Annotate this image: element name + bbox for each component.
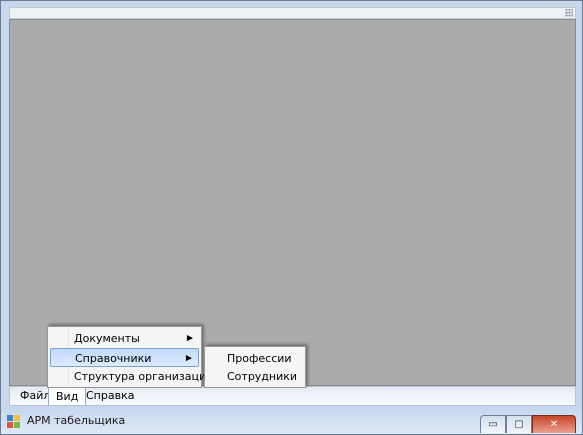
submenu-arrow-icon: ▶ <box>186 334 193 343</box>
window-title-text: АРМ табельщика <box>27 414 126 427</box>
menu-item-documents[interactable]: Документы ▶ <box>50 330 199 347</box>
close-button[interactable]: ✕ <box>532 415 576 433</box>
app-window: АРМ табельщика ▭ ▢ ✕ Файл Вид Справка Ст… <box>0 0 583 435</box>
references-submenu: Сотрудники Профессии <box>204 346 306 388</box>
title-bar[interactable]: АРМ табельщика ▭ ▢ ✕ <box>1 406 582 434</box>
view-dropdown-menu: Структура организации Справочники ▶ Докум… <box>47 326 213 388</box>
close-icon: ✕ <box>549 419 559 430</box>
menu-bar: Файл Вид Справка <box>9 386 576 406</box>
window-title: АРМ табельщика <box>27 414 125 427</box>
menu-item-documents-label: Документы <box>74 332 140 345</box>
minimize-button[interactable]: ▭ <box>480 415 506 433</box>
maximize-button[interactable]: ▢ <box>506 415 532 433</box>
submenu-item-employees-label: Сотрудники <box>227 370 298 383</box>
menu-view-label: Вид <box>56 390 79 403</box>
submenu-item-professions[interactable]: Профессии <box>207 350 303 367</box>
menu-item-references[interactable]: Справочники ▶ <box>50 348 199 367</box>
window-controls: ▭ ▢ ✕ <box>480 414 576 433</box>
maximize-icon: ▢ <box>514 419 524 430</box>
flipped-screen: АРМ табельщика ▭ ▢ ✕ Файл Вид Справка Ст… <box>0 0 583 435</box>
menu-item-org-structure[interactable]: Структура организации <box>50 368 213 385</box>
minimize-icon: ▭ <box>488 419 498 430</box>
submenu-item-employees[interactable]: Сотрудники <box>207 368 303 385</box>
menu-help[interactable]: Справка <box>78 387 142 405</box>
submenu-arrow-icon: ▶ <box>185 354 192 363</box>
menu-item-org-structure-label: Структура организации <box>74 370 214 383</box>
status-bar <box>9 7 576 19</box>
menu-help-label: Справка <box>86 389 135 402</box>
menu-item-references-label: Справочники <box>75 352 152 365</box>
submenu-item-professions-label: Профессии <box>227 352 292 365</box>
app-icon <box>7 414 21 428</box>
resize-grip-icon[interactable] <box>565 9 573 17</box>
menu-file-label: Файл <box>20 389 51 402</box>
